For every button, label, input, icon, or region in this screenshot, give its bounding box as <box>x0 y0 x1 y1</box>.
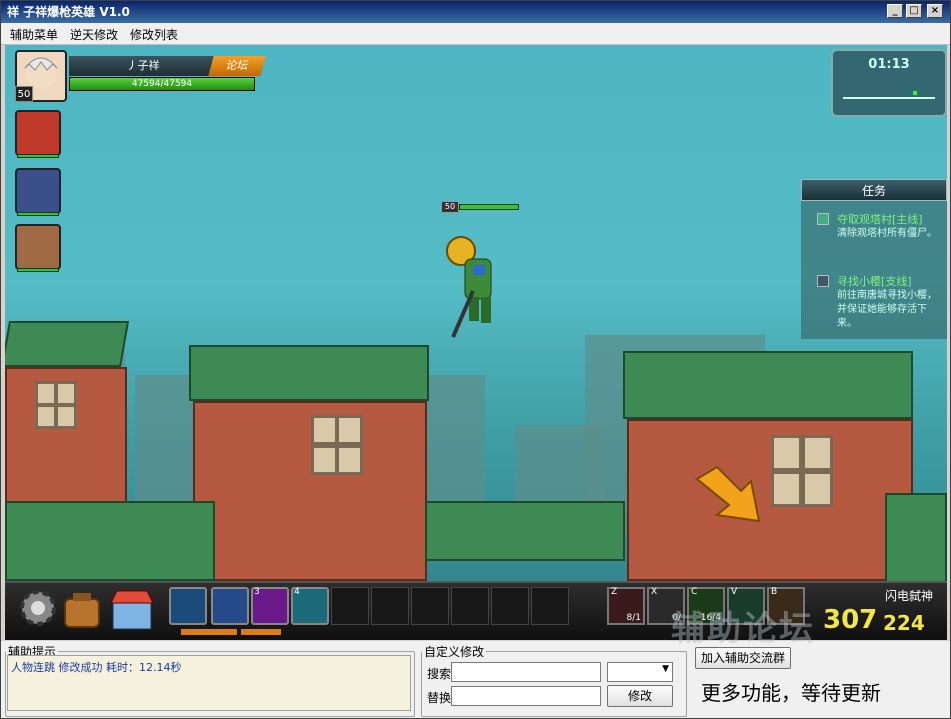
ally-hp-bar <box>17 212 59 216</box>
minimize-button[interactable]: _ <box>887 4 903 18</box>
player-name: 丿子祥 <box>69 56 217 76</box>
quest-checkbox <box>817 275 829 287</box>
quest-panel: 任务 夺取观塔村[主线] 清除观塔村所有僵尸。 寻找小樱[支线] 前往南唐城寻找… <box>801 179 947 339</box>
menu-bar: 辅助菜单 逆天修改 修改列表 <box>1 23 950 45</box>
replace-input[interactable] <box>451 686 601 706</box>
house-window <box>35 381 77 429</box>
house-roof <box>5 321 130 367</box>
player-hp-text: 47594/47594 <box>131 79 193 89</box>
skill-key: 3 <box>254 587 260 597</box>
cooldown-bar <box>241 629 281 635</box>
skill-slot-eye[interactable]: 3 <box>251 587 289 625</box>
minimap-terrain <box>843 97 935 99</box>
chevron-down-icon: ▼ <box>662 664 669 674</box>
empty-skill-slot[interactable] <box>491 587 529 625</box>
ally-avatar-red-cap[interactable] <box>15 110 61 158</box>
search-input[interactable] <box>451 662 601 682</box>
helper-panel: 辅助提示 人物连跳 修改成功 耗时：12.14秒 自定义修改 搜索 ▼ 替换 修… <box>1 641 950 718</box>
item-key: Z <box>611 587 618 597</box>
replace-label: 替换 <box>427 691 452 705</box>
enemy-hud: 50 <box>441 201 521 213</box>
house-window <box>771 435 833 507</box>
menu-mod-list[interactable]: 修改列表 <box>130 26 178 43</box>
forum-watermark: 辅助论坛 <box>671 609 815 649</box>
helper-tips-box[interactable]: 人物连跳 修改成功 耗时：12.14秒 <box>7 655 411 711</box>
menu-cheats[interactable]: 逆天修改 <box>70 26 118 43</box>
quest-title: 夺取观塔村[主线] <box>837 213 923 226</box>
empty-skill-slot[interactable] <box>331 587 369 625</box>
house <box>193 401 427 581</box>
item-key: C <box>691 587 698 597</box>
house-roof <box>425 501 625 561</box>
enemy-hp-bar <box>459 204 519 210</box>
close-button[interactable]: × <box>927 4 943 18</box>
empty-skill-slot[interactable] <box>531 587 569 625</box>
window-title: 祥 子祥爆枪英雄 V1.0 <box>7 5 130 19</box>
clip-count: 224 <box>883 611 925 635</box>
skill-slot-fist[interactable]: 4 <box>291 587 329 625</box>
settings-gear-icon[interactable] <box>15 585 61 631</box>
direction-arrow-icon <box>695 465 761 523</box>
player-hp-bar: 47594/47594 <box>69 77 255 91</box>
search-type-select[interactable]: ▼ <box>607 662 673 682</box>
empty-skill-slot[interactable] <box>451 587 489 625</box>
custom-mod-legend: 自定义修改 <box>424 645 485 659</box>
modify-button[interactable]: 修改 <box>607 685 673 707</box>
helper-message: 人物连跳 修改成功 耗时：12.14秒 <box>11 661 182 674</box>
quest-header[interactable]: 任务 <box>801 179 947 201</box>
minimap[interactable]: 01:13 <box>831 49 947 117</box>
hero-sprite <box>446 236 492 338</box>
item-key: X <box>651 587 658 597</box>
game-viewport[interactable]: 50 丿子祥 论坛 47594/47594 01:13 任务 夺取观塔村[主线]… <box>5 45 947 640</box>
house-window <box>311 415 363 475</box>
ammo-count: 307 <box>823 605 878 635</box>
quest-checkbox <box>817 213 829 225</box>
forum-button[interactable]: 论坛 <box>208 56 266 76</box>
item-key: B <box>771 587 778 597</box>
more-features-text: 更多功能，等待更新 <box>701 681 881 705</box>
ally-avatar-bald[interactable] <box>15 224 61 272</box>
ally-hp-bar <box>17 268 59 272</box>
app-window: 祥 子祥爆枪英雄 V1.0 _ □ × 辅助菜单 逆天修改 修改列表 50 丿子… <box>0 0 951 719</box>
ally-avatar-police[interactable] <box>15 168 61 216</box>
quest-desc: 前往南唐城寻找小樱，并保证她能够存活下来。 <box>837 290 937 329</box>
cooldown-bar <box>181 629 237 635</box>
player-level: 50 <box>15 86 33 102</box>
skill-key: 4 <box>294 587 300 597</box>
empty-skill-slot[interactable] <box>371 587 409 625</box>
skill-slot-vortex[interactable] <box>169 587 207 625</box>
mission-timer: 01:13 <box>868 57 910 72</box>
ally-hp-bar <box>17 154 59 158</box>
shop-icon[interactable] <box>109 589 155 631</box>
skill-slot-gun[interactable] <box>211 587 249 625</box>
weapon-name: 闪电弑神 <box>885 589 934 603</box>
quest-desc: 清除观塔村所有僵尸。 <box>837 228 937 239</box>
house-roof <box>623 351 913 419</box>
house-roof <box>5 501 215 581</box>
join-group-button[interactable]: 加入辅助交流群 <box>695 647 791 669</box>
menu-helper[interactable]: 辅助菜单 <box>10 26 58 43</box>
empty-skill-slot[interactable] <box>411 587 449 625</box>
item-slot-potion[interactable]: Z 8/1 <box>607 587 645 625</box>
search-label: 搜索 <box>427 667 452 681</box>
maximize-button[interactable]: □ <box>906 4 922 18</box>
title-bar: 祥 子祥爆枪英雄 V1.0 _ □ × <box>1 1 950 23</box>
quest-title: 寻找小樱[支线] <box>837 275 912 288</box>
house-roof <box>189 345 429 401</box>
house-roof <box>885 493 947 583</box>
house <box>627 419 913 581</box>
item-key: V <box>731 587 738 597</box>
backpack-icon[interactable] <box>61 589 103 631</box>
enemy-level: 50 <box>441 201 459 213</box>
minimap-player-dot <box>913 91 917 95</box>
item-count: 8/1 <box>626 613 641 623</box>
